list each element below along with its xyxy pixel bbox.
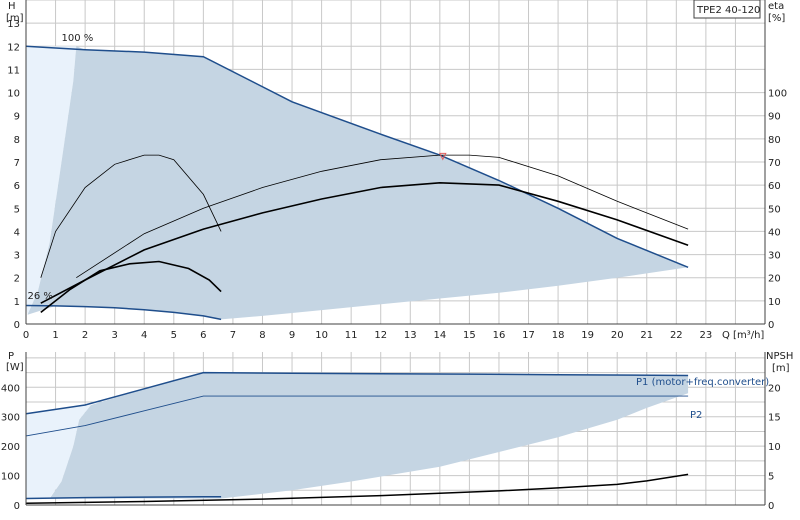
- chart-canvas: 0123456789101112130102030405060708090100…: [1, 0, 793, 512]
- y-axis-label-left: H: [8, 1, 16, 12]
- tick-label-x: 14: [433, 330, 446, 341]
- tick-label-y-left: 6: [14, 181, 20, 192]
- tick-label-x: 17: [522, 330, 535, 341]
- tick-label-x: 21: [640, 330, 653, 341]
- tick-label-y-right: 5: [768, 472, 774, 483]
- tick-label-x: 19: [581, 330, 594, 341]
- tick-label-x: 12: [374, 330, 387, 341]
- tick-label-y-left: 400: [1, 383, 20, 394]
- y-axis-label-right: NPSH: [766, 351, 793, 362]
- tick-label-y-left: 9: [14, 112, 20, 123]
- tick-label-y-left: 10: [7, 89, 20, 100]
- tick-label-y-left: 7: [14, 158, 20, 169]
- pump-model-label: TPE2 40-120: [696, 5, 760, 16]
- tick-label-y-right: 20: [768, 383, 781, 394]
- tick-label-y-right: 0: [768, 501, 774, 512]
- tick-label-x: 2: [82, 330, 88, 341]
- p2-legend-label: P2: [690, 410, 702, 421]
- tick-label-x: 10: [315, 330, 328, 341]
- y-axis-label-right: eta: [768, 1, 784, 12]
- tick-label-x: 1: [52, 330, 58, 341]
- p1-legend-label: P1 (motor+freq.converter): [636, 377, 769, 388]
- x-axis-label: Q [m³/h]: [722, 330, 764, 341]
- tick-label-y-right: 40: [768, 227, 781, 238]
- curve-annotation: 26 %: [27, 291, 52, 302]
- tick-label-y-right: 15: [768, 413, 781, 424]
- tick-label-y-right: 80: [768, 135, 781, 146]
- tick-label-y-left: 11: [7, 65, 20, 76]
- tick-label-y-left: 4: [14, 227, 20, 238]
- tick-label-x: 22: [670, 330, 683, 341]
- y-axis-unit-left: [m]: [6, 13, 24, 24]
- tick-label-y-left: 1: [14, 297, 20, 308]
- tick-label-y-left: 100: [1, 472, 20, 483]
- tick-label-y-left: 300: [1, 413, 20, 424]
- tick-label-x: 7: [230, 330, 236, 341]
- tick-label-y-left: 3: [14, 251, 20, 262]
- tick-label-x: 4: [141, 330, 147, 341]
- tick-label-y-right: 10: [768, 442, 781, 453]
- operating-area: [27, 46, 689, 320]
- pump-curve-chart: 0 1 2 3 4 5 6 7 8 9 10 11 12 13 0 10 20 30 40 50 60 70 80 90 100…: [0, 0, 800, 520]
- tick-label-y-left: 5: [14, 204, 20, 215]
- tick-label-x: 6: [200, 330, 206, 341]
- tick-label-x: 9: [289, 330, 295, 341]
- tick-label-x: 0: [23, 330, 29, 341]
- pump-model-box: TPE2 40-120: [693, 0, 761, 19]
- tick-label-y-right: 60: [768, 181, 781, 192]
- tick-label-y-right: 10: [768, 297, 781, 308]
- power-area: [49, 372, 689, 499]
- tick-label-y-right: 90: [768, 112, 781, 123]
- tick-label-x: 11: [345, 330, 358, 341]
- tick-label-y-right: 50: [768, 204, 781, 215]
- tick-label-x: 23: [700, 330, 713, 341]
- tick-label-y-right: 100: [768, 89, 787, 100]
- y-axis-unit-right: [m]: [772, 363, 790, 374]
- tick-label-y-right: 30: [768, 251, 781, 262]
- tick-label-y-left: 0: [14, 501, 20, 512]
- tick-label-y-left: 0: [14, 320, 20, 331]
- tick-label-x: 18: [552, 330, 565, 341]
- tick-label-x: 15: [463, 330, 476, 341]
- tick-label-x: 20: [611, 330, 624, 341]
- tick-label-y-left: 2: [14, 274, 20, 285]
- y-axis-unit-left: [W]: [6, 362, 24, 373]
- tick-label-x: 5: [171, 330, 177, 341]
- head-efficiency-plot: 0123456789101112130102030405060708090100…: [6, 0, 787, 341]
- tick-label-y-right: 0: [768, 320, 774, 331]
- curve-annotation: 100 %: [61, 33, 93, 44]
- tick-label-x: 13: [404, 330, 417, 341]
- y-axis-unit-right: [%]: [768, 13, 785, 24]
- tick-label-y-left: 8: [14, 135, 20, 146]
- tick-label-y-left: 200: [1, 442, 20, 453]
- tick-label-y-right: 20: [768, 274, 781, 285]
- y-axis-label-left: P: [8, 351, 14, 362]
- tick-label-x: 8: [259, 330, 265, 341]
- tick-label-y-left: 12: [7, 42, 20, 53]
- power-npsh-plot: 0 100 200 300 400 0 5 10 15 20 P[W] NPSH[m]P1 (moto…: [1, 351, 793, 512]
- tick-label-y-right: 70: [768, 158, 781, 169]
- tick-label-x: 16: [493, 330, 506, 341]
- tick-label-x: 3: [111, 330, 117, 341]
